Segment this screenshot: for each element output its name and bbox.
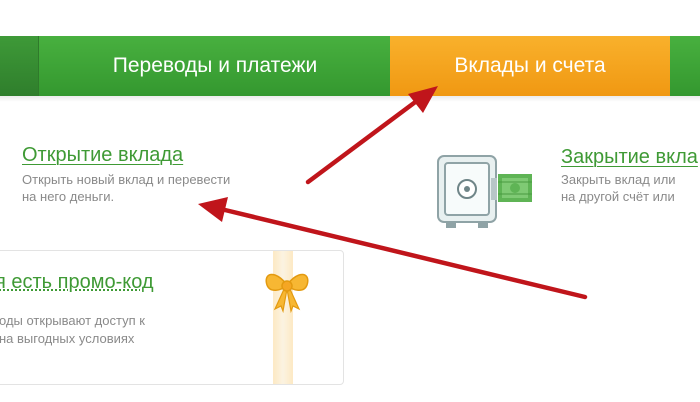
promo-code-link[interactable]: я есть промо-код (0, 271, 154, 294)
close-deposit-link[interactable]: Закрытие вкла (561, 146, 698, 169)
open-deposit-link[interactable]: Открытие вклада (22, 144, 183, 167)
open-deposit-description: Открыть новый вклад и перевести (22, 172, 231, 187)
safe-icon (437, 155, 532, 228)
close-deposit-description: Закрыть вклад или (561, 172, 676, 187)
promo-code-description-line2: на выгодных условиях (0, 331, 135, 346)
tab-previous[interactable] (0, 36, 38, 96)
promo-code-card[interactable]: я есть промо-код оды открывают доступ к … (0, 250, 344, 385)
bow-icon (265, 273, 309, 313)
main-nav: Переводы и платежи Вклады и счета (0, 36, 700, 96)
tab-deposits-accounts[interactable]: Вклады и счета (390, 36, 670, 96)
open-deposit-description-line2: на него деньги. (22, 189, 115, 204)
close-deposit-description-line2: на другой счёт или (561, 189, 675, 204)
promo-code-description: оды открывают доступ к (0, 313, 145, 328)
tab-next[interactable] (670, 36, 700, 96)
tab-transfers-payments[interactable]: Переводы и платежи (38, 36, 391, 96)
nav-shadow (0, 96, 700, 102)
